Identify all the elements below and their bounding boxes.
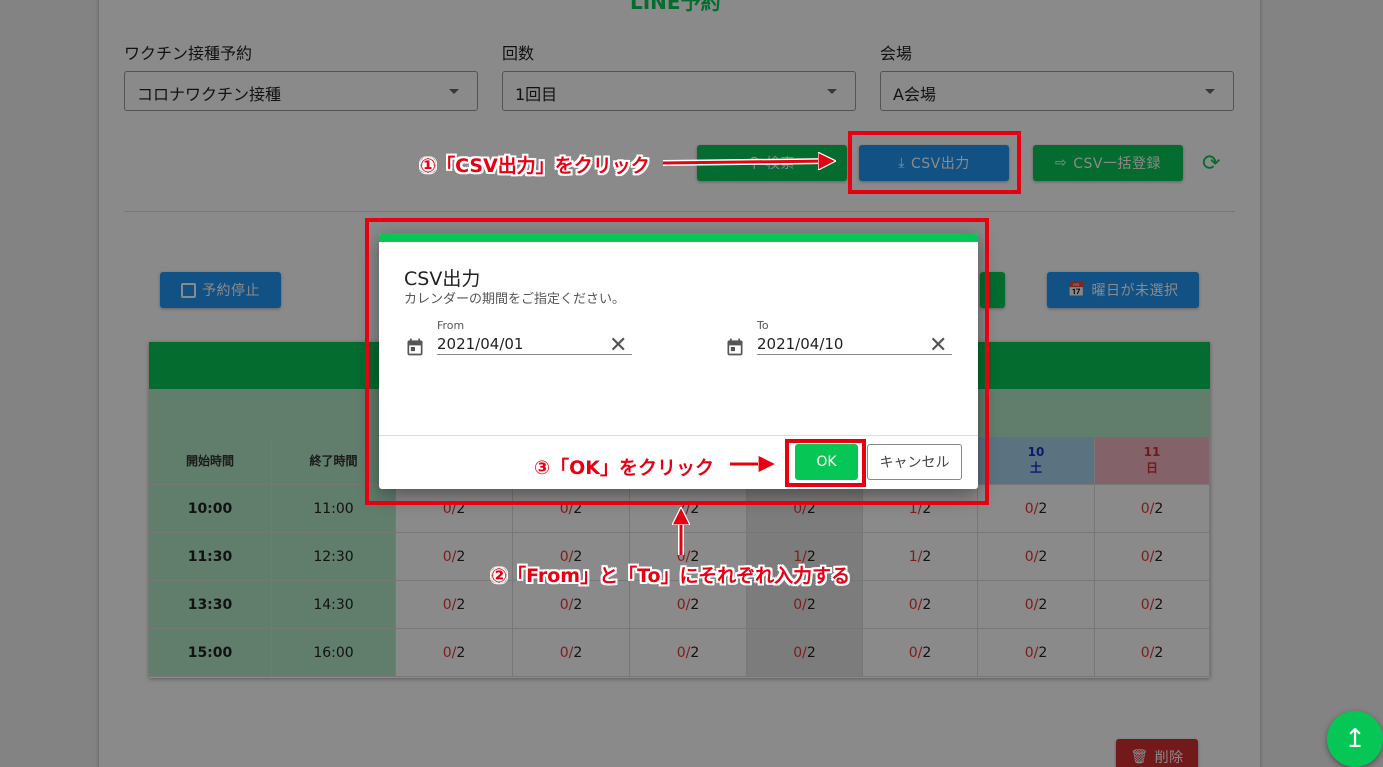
highlight-ok	[785, 439, 866, 487]
annotation-step2: ②「From」と「To」にそれぞれ入力する	[491, 565, 851, 587]
annotation-step3: ③「OK」をクリック	[534, 457, 714, 479]
arrow-up-icon: ↥	[1344, 724, 1366, 754]
scroll-top-button[interactable]: ↥	[1327, 711, 1383, 767]
highlight-csv-export	[848, 131, 1021, 194]
annotation-step1: ①「CSV出力」をクリック	[420, 155, 650, 177]
